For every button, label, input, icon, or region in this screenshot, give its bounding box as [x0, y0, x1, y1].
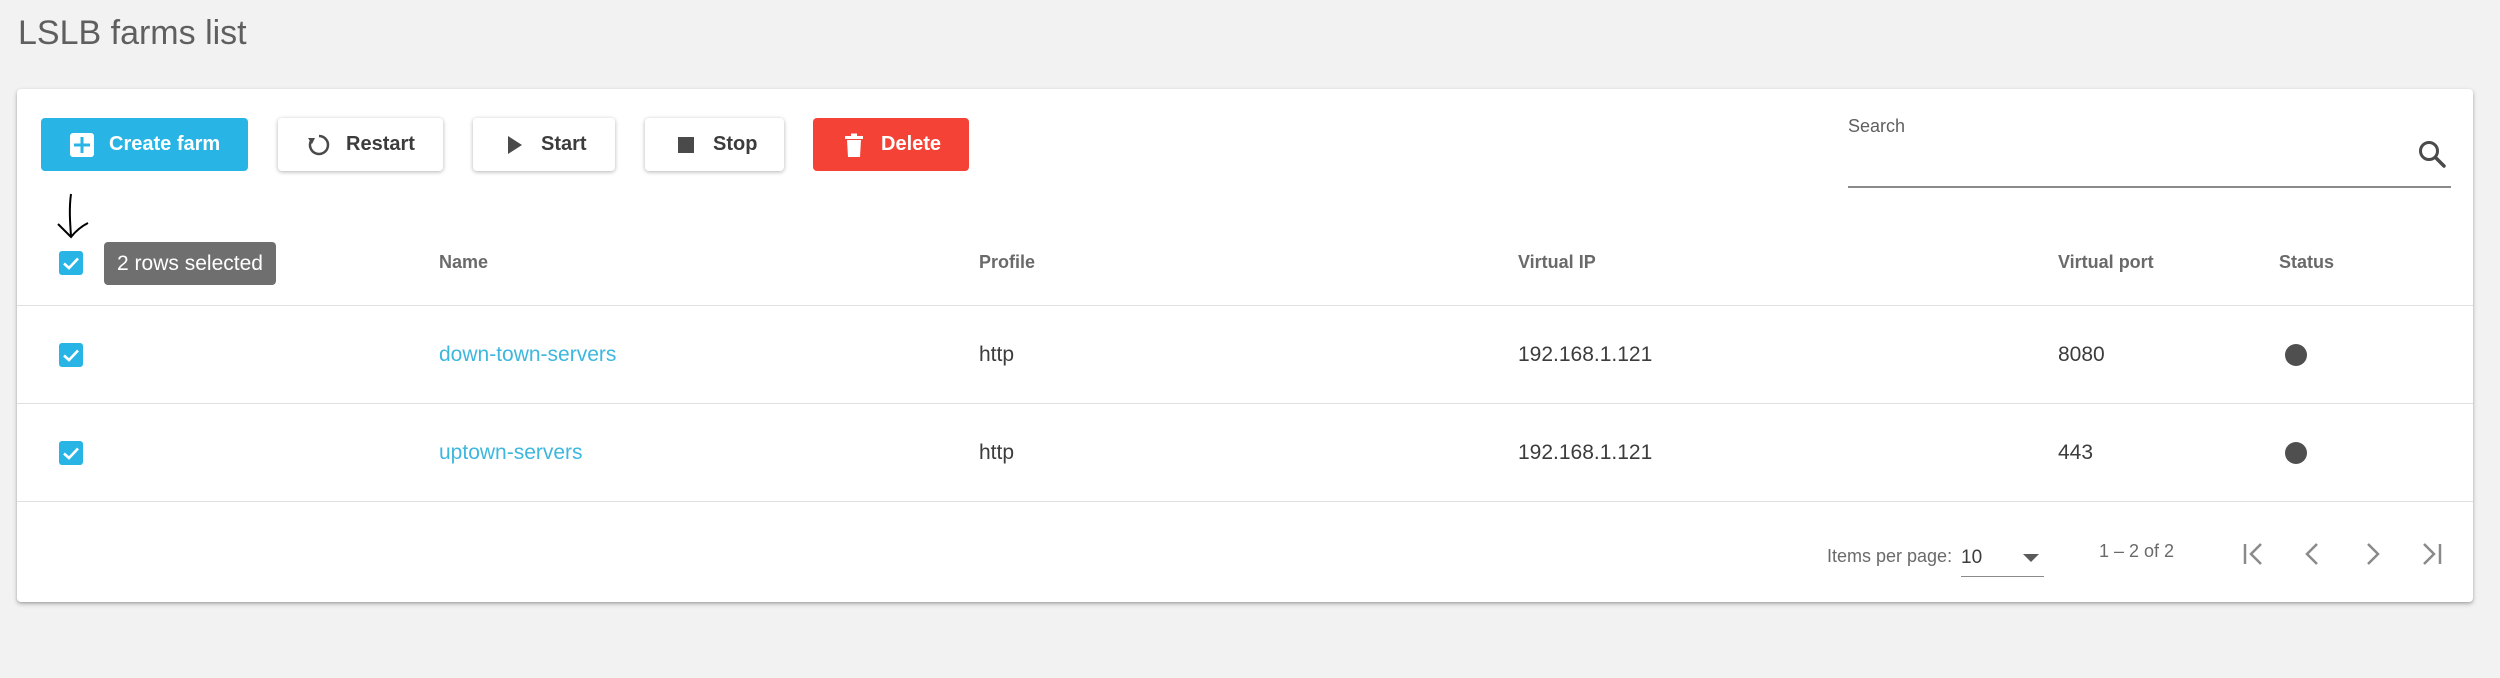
search-underline [1848, 186, 2451, 188]
create-farm-button[interactable]: Create farm [41, 118, 248, 171]
select-all-checkbox[interactable] [59, 251, 83, 275]
status-dot-icon [2285, 442, 2307, 464]
column-header-virtual-port[interactable]: Virtual port [2058, 252, 2154, 273]
row-divider [17, 305, 2473, 306]
last-page-icon[interactable] [2411, 534, 2451, 574]
start-button[interactable]: Start [473, 118, 615, 171]
farm-virtual-port: 443 [2058, 441, 2094, 464]
stop-button[interactable]: Stop [645, 118, 784, 171]
stop-icon [673, 132, 699, 158]
farm-virtual-port: 8080 [2058, 343, 2105, 366]
annotation-arrow-icon [52, 190, 92, 247]
selection-tooltip: 2 rows selected [104, 242, 276, 285]
farm-profile: http [979, 441, 1015, 464]
farm-profile: http [979, 343, 1015, 366]
pagination-range: 1 – 2 of 2 [2099, 541, 2175, 561]
items-per-page-label: Items per page: [1827, 546, 1953, 566]
row-checkbox[interactable] [59, 441, 83, 465]
items-per-page-value: 10 [1961, 547, 1983, 568]
plus-box-icon [69, 132, 95, 158]
start-label: Start [541, 133, 587, 155]
page-title: LSLB farms list [18, 14, 247, 52]
create-farm-label: Create farm [109, 133, 221, 155]
column-header-status[interactable]: Status [2279, 252, 2334, 273]
farm-virtual-ip: 192.168.1.121 [1518, 343, 1653, 366]
column-header-virtual-ip[interactable]: Virtual IP [1518, 252, 1596, 273]
next-page-icon[interactable] [2352, 534, 2392, 574]
restart-icon [306, 132, 332, 158]
trash-icon [841, 132, 867, 158]
search-input[interactable] [1848, 138, 2372, 184]
farm-virtual-ip: 192.168.1.121 [1518, 441, 1653, 464]
items-per-page-select[interactable]: 10 [1961, 538, 2044, 578]
restart-label: Restart [346, 133, 415, 155]
farm-name-link[interactable]: down-town-servers [439, 343, 616, 367]
previous-page-icon[interactable] [2293, 534, 2333, 574]
row-divider [17, 403, 2473, 404]
status-dot-icon [2285, 344, 2307, 366]
stop-label: Stop [713, 133, 758, 155]
search-label: Search [1848, 116, 1906, 136]
play-icon [501, 132, 527, 158]
column-header-name[interactable]: Name [439, 252, 488, 273]
column-header-profile[interactable]: Profile [979, 252, 1035, 273]
dropdown-caret-icon [2023, 554, 2039, 562]
delete-button[interactable]: Delete [813, 118, 969, 171]
farm-name-link[interactable]: uptown-servers [439, 441, 583, 465]
first-page-icon[interactable] [2234, 534, 2274, 574]
search-icon[interactable] [2416, 138, 2448, 170]
restart-button[interactable]: Restart [278, 118, 443, 171]
row-divider [17, 501, 2473, 502]
delete-label: Delete [881, 133, 942, 155]
select-underline [1961, 576, 2044, 577]
row-checkbox[interactable] [59, 343, 83, 367]
